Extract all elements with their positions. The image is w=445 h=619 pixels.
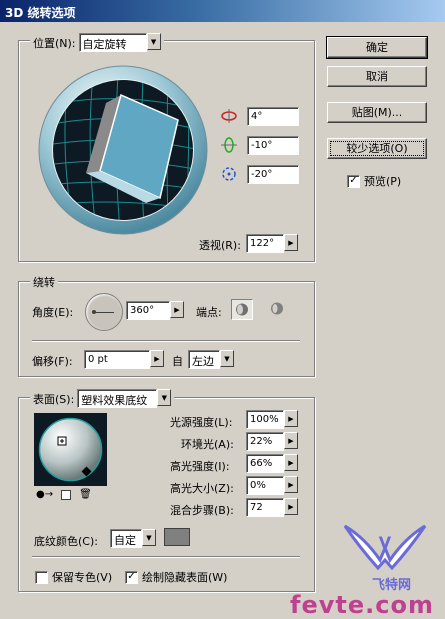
cap-label: 端点: xyxy=(196,306,222,319)
ambient-value[interactable]: 22% xyxy=(246,432,284,451)
title-bar[interactable]: 3D 绕转选项 xyxy=(0,0,445,22)
from-dropdown[interactable]: 左边 ▼ xyxy=(188,350,234,369)
chevron-right-icon[interactable]: ▶ xyxy=(284,476,298,493)
highlight-size-value[interactable]: 0% xyxy=(246,476,284,495)
preserve-spot-label: 保留专色(V) xyxy=(52,571,113,584)
offset-label: 偏移(F): xyxy=(32,355,73,368)
z-rotation-input[interactable]: -20° xyxy=(247,165,299,184)
highlight-size-label: 高光大小(Z): xyxy=(170,482,234,495)
new-light-icon[interactable] xyxy=(61,489,72,500)
cancel-button[interactable]: 取消 xyxy=(327,66,427,87)
map-art-button[interactable]: 贴图(M)... xyxy=(327,102,427,123)
chevron-down-icon[interactable]: ▼ xyxy=(142,529,156,546)
shade-color-swatch[interactable] xyxy=(164,528,190,546)
angle-dial[interactable] xyxy=(85,293,123,331)
rotate-y-icon xyxy=(220,137,238,153)
chevron-down-icon[interactable]: ▼ xyxy=(220,350,234,367)
chevron-right-icon[interactable]: ▶ xyxy=(170,301,184,318)
highlight-intensity-input[interactable]: 66% ▶ xyxy=(246,454,298,473)
perspective-input[interactable]: 122° ▶ xyxy=(246,234,298,253)
draw-hidden-checkbox[interactable]: ✓ xyxy=(125,570,138,584)
fewer-options-button[interactable]: 较少选项(O) xyxy=(327,138,427,159)
perspective-label: 透视(R): xyxy=(199,239,241,252)
svg-text:V: V xyxy=(379,533,392,552)
light-intensity-input[interactable]: 100% ▶ xyxy=(246,410,298,429)
chevron-down-icon[interactable]: ▼ xyxy=(146,33,161,50)
position-header: 位置(N): 自定旋转 ▼ xyxy=(30,33,164,52)
y-rotation-input[interactable]: -10° xyxy=(247,136,299,155)
surface-value: 塑料效果底纹 xyxy=(77,389,158,408)
track-cube-widget[interactable] xyxy=(38,65,208,235)
cap-solid-icon xyxy=(236,303,248,316)
chevron-right-icon[interactable]: ▶ xyxy=(284,410,298,427)
highlight-size-input[interactable]: 0% ▶ xyxy=(246,476,298,495)
rotate-x-icon xyxy=(220,108,238,124)
light-intensity-value[interactable]: 100% xyxy=(246,410,284,429)
revolve-divider xyxy=(32,340,300,342)
rotate-z-icon xyxy=(220,166,238,182)
preserve-spot-checkbox[interactable] xyxy=(35,570,48,584)
offset-input[interactable]: 0 pt ▶ xyxy=(84,350,164,369)
wing-logo-icon: V xyxy=(343,524,427,571)
preview-label: 预览(P) xyxy=(364,175,402,188)
offset-value[interactable]: 0 pt xyxy=(84,350,150,369)
position-label: 位置(N): xyxy=(33,36,76,50)
cap-on-button[interactable] xyxy=(231,299,253,320)
position-dropdown[interactable]: 自定旋转 ▼ xyxy=(78,33,161,52)
ambient-label: 环境光(A): xyxy=(181,438,234,451)
from-value: 左边 xyxy=(188,350,220,369)
blend-steps-value[interactable]: 72 xyxy=(246,498,284,517)
blend-steps-label: 混合步骤(B): xyxy=(170,504,234,517)
surface-header: 表面(S): 塑料效果底纹 ▼ xyxy=(30,389,175,408)
delete-light-icon[interactable]: 🗑 xyxy=(79,489,92,500)
highlight-intensity-value[interactable]: 66% xyxy=(246,454,284,473)
light-intensity-label: 光源强度(L): xyxy=(170,416,233,429)
chevron-right-icon[interactable]: ▶ xyxy=(284,498,298,515)
move-light-back-icon[interactable]: ●→ xyxy=(36,489,53,500)
preserve-spot-option[interactable]: 保留专色(V) xyxy=(35,569,112,585)
shade-color-value: 自定 xyxy=(110,529,142,548)
x-rotation-input[interactable]: 4° xyxy=(247,107,299,126)
draw-hidden-label: 绘制隐藏表面(W) xyxy=(142,571,228,584)
perspective-value[interactable]: 122° xyxy=(246,234,284,253)
revolve-legend: 绕转 xyxy=(30,274,58,290)
surface-divider xyxy=(32,556,300,558)
ambient-input[interactable]: 22% ▶ xyxy=(246,432,298,451)
surface-label: 表面(S): xyxy=(33,392,75,406)
light-sphere-panel[interactable] xyxy=(34,413,107,486)
window-title: 3D 绕转选项 xyxy=(5,6,76,20)
angle-input[interactable]: 360° ▶ xyxy=(126,301,184,320)
light-tools: ●→ 🗑 xyxy=(36,489,92,500)
watermark-logo: V xyxy=(340,518,430,578)
preview-checkbox[interactable]: ✓ xyxy=(347,174,360,188)
ok-button[interactable]: 确定 xyxy=(326,36,428,59)
watermark-url: fevte.com xyxy=(290,591,434,619)
position-value: 自定旋转 xyxy=(78,33,147,52)
light-sphere-svg xyxy=(38,417,103,482)
blend-steps-input[interactable]: 72 ▶ xyxy=(246,498,298,517)
chevron-right-icon[interactable]: ▶ xyxy=(150,350,164,367)
track-cube-svg xyxy=(38,65,208,235)
angle-value[interactable]: 360° xyxy=(126,301,170,320)
cap-off-button[interactable] xyxy=(267,299,289,320)
preview-option[interactable]: ✓ 预览(P) xyxy=(347,173,401,189)
surface-dropdown[interactable]: 塑料效果底纹 ▼ xyxy=(77,389,172,408)
cap-hollow-icon xyxy=(271,302,283,315)
angle-label: 角度(E): xyxy=(32,306,74,319)
chevron-right-icon[interactable]: ▶ xyxy=(284,432,298,449)
shade-color-dropdown[interactable]: 自定 ▼ xyxy=(110,529,156,548)
highlight-intensity-label: 高光强度(I): xyxy=(170,460,230,473)
shade-color-label: 底纹颜色(C): xyxy=(34,535,98,548)
chevron-right-icon[interactable]: ▶ xyxy=(284,454,298,471)
from-label: 自 xyxy=(172,355,183,368)
chevron-right-icon[interactable]: ▶ xyxy=(284,234,298,251)
draw-hidden-option[interactable]: ✓ 绘制隐藏表面(W) xyxy=(125,569,227,585)
chevron-down-icon[interactable]: ▼ xyxy=(157,389,172,406)
